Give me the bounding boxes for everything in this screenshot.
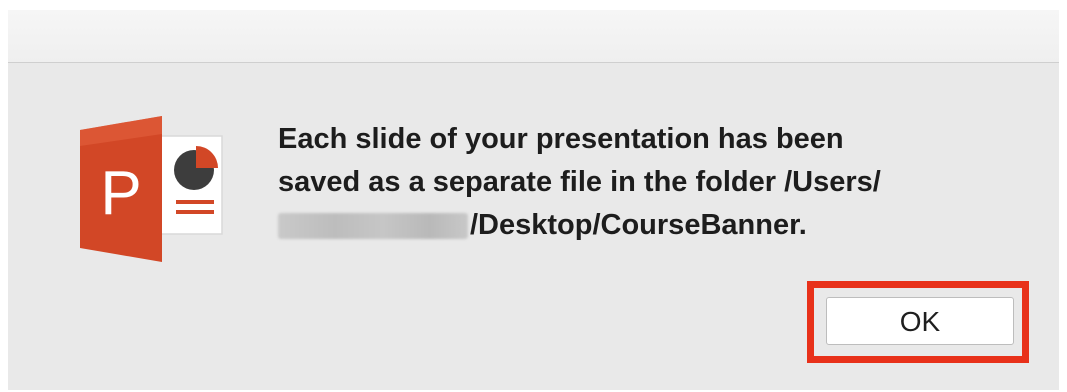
message-line-3: /Desktop/CourseBanner. (470, 209, 807, 241)
redacted-username (278, 213, 468, 239)
message-line-1: Each slide of your presentation has been (278, 123, 844, 155)
powerpoint-app-icon: P (76, 114, 226, 264)
powerpoint-letter: P (100, 159, 141, 228)
alert-dialog: P Each slide of your presentation has be… (8, 10, 1059, 390)
dialog-message: Each slide of your presentation has been… (278, 118, 1018, 247)
page-line-shape (176, 200, 214, 204)
message-line-2: saved as a separate file in the folder /… (278, 166, 881, 198)
ok-button[interactable]: OK (826, 297, 1014, 345)
page-line-shape (176, 210, 214, 214)
dialog-titlebar (8, 10, 1059, 63)
